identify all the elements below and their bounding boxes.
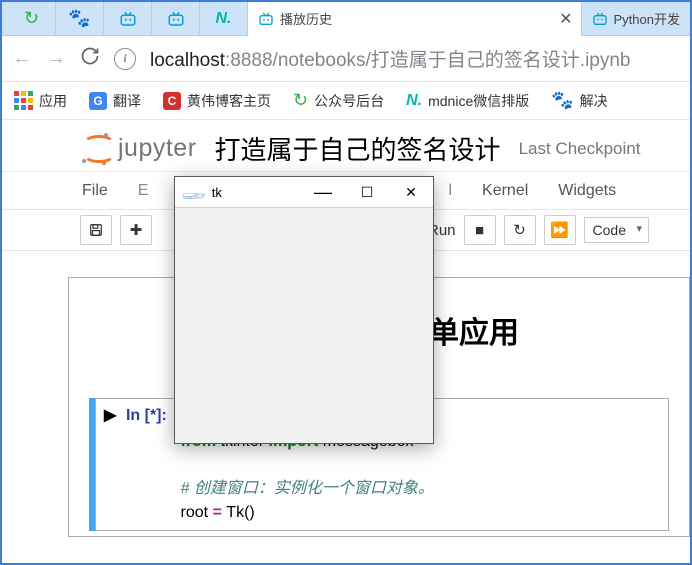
trailing-tab-label: Python开发 <box>614 9 680 28</box>
url-text[interactable]: localhost:8888/notebooks/打造属于自己的签名设计.ipy… <box>150 45 631 72</box>
paw-icon: 🐾 <box>551 90 573 111</box>
cell-prompt: ▶ In [*]: <box>104 405 176 425</box>
tab-icon-baidu[interactable]: 🐾 <box>56 2 104 36</box>
swirl-icon: ↻ <box>24 8 39 29</box>
bookmark-translate[interactable]: G 翻译 <box>89 91 141 111</box>
active-tab[interactable]: 播放历史 ✕ <box>248 2 582 36</box>
trailing-tab[interactable]: Python开发 <box>582 2 690 36</box>
run-cell-icon[interactable]: ▶ <box>104 407 116 424</box>
menu-widgets[interactable]: Widgets <box>558 182 616 200</box>
save-button[interactable] <box>80 215 112 245</box>
tab-icon-bilibili-1[interactable] <box>104 2 152 36</box>
close-tab-icon[interactable]: ✕ <box>559 9 572 29</box>
restart-button[interactable]: ↻ <box>504 215 536 245</box>
tab-icon-360[interactable]: ↻ <box>8 2 56 36</box>
jupyter-logo-text: jupyter <box>118 134 197 163</box>
active-tab-label: 播放历史 <box>280 9 551 28</box>
bookmark-label: mdnice微信排版 <box>428 91 529 111</box>
swirl-icon: ↻ <box>293 90 308 111</box>
bookmark-wechat[interactable]: ↻ 公众号后台 <box>293 90 384 111</box>
bookmark-solve[interactable]: 🐾 解决 <box>551 90 607 111</box>
bilibili-icon <box>167 10 185 28</box>
menu-kernel[interactable]: Kernel <box>482 182 528 200</box>
menu-cell-partial[interactable]: l <box>448 182 452 200</box>
tk-titlebar[interactable]: 𓆃 tk — ☐ ✕ <box>175 177 433 207</box>
jupyter-header: jupyter 打造属于自己的签名设计 Last Checkpoint <box>2 120 690 171</box>
apps-button[interactable]: 应用 <box>14 91 67 111</box>
menu-file[interactable]: File <box>82 182 108 200</box>
notebook-title[interactable]: 打造属于自己的签名设计 <box>215 130 501 167</box>
bookmarks-bar: 应用 G 翻译 C 黄伟博客主页 ↻ 公众号后台 N. mdnice微信排版 🐾 解决 <box>2 82 690 120</box>
bookmark-label: 黄伟博客主页 <box>187 91 271 111</box>
restart-run-button[interactable]: ⏩ <box>544 215 576 245</box>
tk-feather-icon: 𓆃 <box>183 180 206 204</box>
tab-icon-n[interactable]: N. <box>200 2 248 36</box>
bookmark-blog[interactable]: C 黄伟博客主页 <box>163 91 271 111</box>
celltype-select[interactable]: Code <box>584 217 649 243</box>
translate-icon: G <box>89 92 107 110</box>
tk-title-text: tk <box>212 185 301 200</box>
tk-minimize-button[interactable]: — <box>301 177 345 207</box>
tab-icon-bilibili-2[interactable] <box>152 2 200 36</box>
nav-back-icon[interactable]: ← <box>12 47 32 70</box>
n-icon: N. <box>216 10 232 28</box>
reload-icon[interactable] <box>80 46 100 71</box>
tk-close-button[interactable]: ✕ <box>389 177 433 207</box>
add-cell-button[interactable]: ✚ <box>120 215 152 245</box>
bilibili-icon <box>258 11 274 27</box>
tk-client-area <box>175 207 433 443</box>
bookmark-label: 翻译 <box>113 91 141 111</box>
jupyter-logo-icon <box>80 133 112 165</box>
checkpoint-text: Last Checkpoint <box>519 139 641 159</box>
c-icon: C <box>163 92 181 110</box>
celltype-value: Code <box>593 222 626 238</box>
menu-edit-partial[interactable]: E <box>138 182 149 200</box>
bilibili-icon <box>592 11 608 27</box>
bookmark-label: 公众号后台 <box>314 91 384 111</box>
jupyter-logo[interactable]: jupyter <box>80 133 197 165</box>
tk-window[interactable]: 𓆃 tk — ☐ ✕ <box>174 176 434 444</box>
address-bar: ← → i localhost:8888/notebooks/打造属于自己的签名… <box>2 36 690 82</box>
n-icon: N. <box>406 92 422 110</box>
bookmark-mdnice[interactable]: N. mdnice微信排版 <box>406 91 529 111</box>
site-info-icon[interactable]: i <box>114 48 136 70</box>
paw-icon: 🐾 <box>68 8 90 29</box>
bookmark-label: 解决 <box>580 91 608 111</box>
apps-icon <box>14 91 33 110</box>
tk-maximize-button[interactable]: ☐ <box>345 177 389 207</box>
nav-forward-icon[interactable]: → <box>46 47 66 70</box>
bookmark-label: 应用 <box>39 91 67 111</box>
bilibili-icon <box>119 10 137 28</box>
interrupt-button[interactable]: ■ <box>464 215 496 245</box>
markdown-heading-fragment: 单应用 <box>429 308 669 352</box>
browser-tab-strip: ↻ 🐾 N. 播放历史 ✕ Python开发 <box>2 2 690 36</box>
